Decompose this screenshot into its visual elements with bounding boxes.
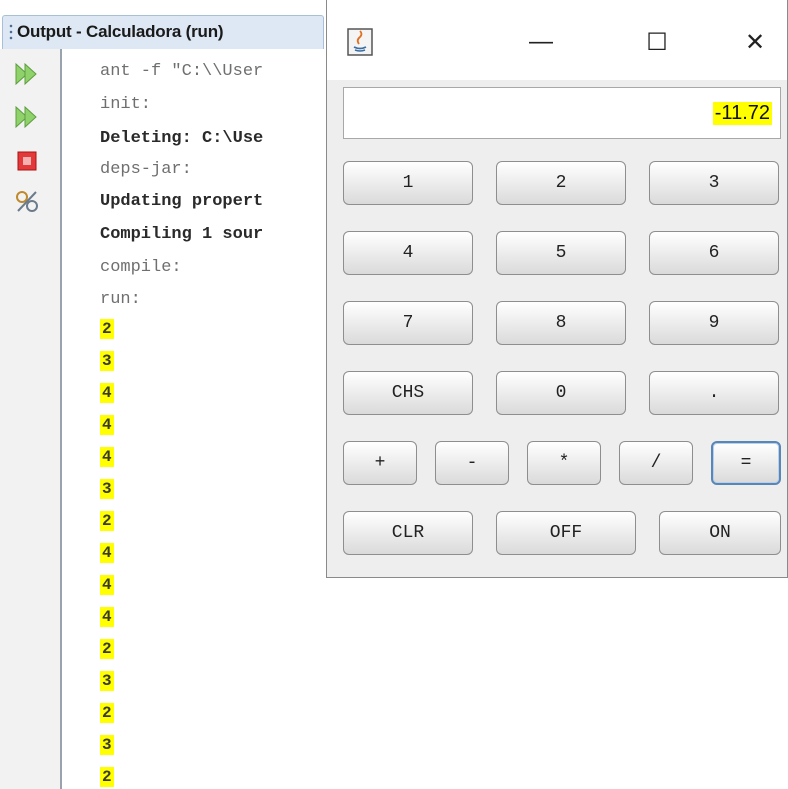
close-icon: ✕ [744,28,766,56]
divide-button[interactable]: / [619,441,693,485]
output-value: 3 [100,351,114,371]
display-value: -11.72 [712,102,772,125]
maximize-button[interactable]: ☐ [627,20,687,64]
key-8[interactable]: 8 [496,301,626,345]
window-titlebar[interactable]: — ☐ ✕ [327,0,787,80]
minus-button[interactable]: - [435,441,509,485]
output-value: 3 [100,479,114,499]
key-5[interactable]: 5 [496,231,626,275]
output-value: 3 [100,735,114,755]
tab-grip-icon [9,23,13,41]
output-toolbar [0,49,62,789]
calculator-display[interactable]: -11.72 [343,87,781,139]
multiply-button[interactable]: * [527,441,601,485]
output-tab[interactable]: Output - Calculadora (run) [2,15,324,49]
minimize-button[interactable]: — [511,20,571,64]
output-tab-title: Output - Calculadora (run) [17,22,224,41]
equals-button[interactable]: = [711,441,781,485]
console-line: Updating propert [100,192,264,211]
output-value: 4 [100,607,114,627]
plus-button[interactable]: + [343,441,417,485]
minimize-icon: — [529,28,553,55]
decimal-point-button[interactable]: . [649,371,779,415]
change-sign-button[interactable]: CHS [343,371,473,415]
output-value: 4 [100,543,114,563]
key-6[interactable]: 6 [649,231,779,275]
off-button[interactable]: OFF [496,511,636,555]
key-7[interactable]: 7 [343,301,473,345]
on-button[interactable]: ON [659,511,781,555]
output-value: 3 [100,671,114,691]
console-line: ant -f "C:\\User [100,62,264,81]
key-2[interactable]: 2 [496,161,626,205]
key-1[interactable]: 1 [343,161,473,205]
output-value: 2 [100,319,114,339]
rerun-with-params-icon[interactable] [12,104,42,130]
console-line: Compiling 1 sour [100,225,264,244]
key-0[interactable]: 0 [496,371,626,415]
rerun-icon[interactable] [12,61,42,87]
key-9[interactable]: 9 [649,301,779,345]
stop-icon[interactable] [12,149,42,175]
key-3[interactable]: 3 [649,161,779,205]
console-line: Deleting: C:\Use [100,129,264,148]
output-value: 4 [100,415,114,435]
output-value: 4 [100,447,114,467]
output-value: 2 [100,511,114,531]
output-value: 2 [100,703,114,723]
calculator-window: — ☐ ✕ -11.72 1 2 3 4 5 6 7 8 9 CHS 0 . +… [326,0,788,578]
output-value: 2 [100,639,114,659]
console-line: compile: [100,258,182,277]
maximize-icon: ☐ [646,28,668,56]
java-icon[interactable] [347,28,373,56]
close-button[interactable]: ✕ [725,20,785,64]
settings-icon[interactable] [12,189,42,215]
console-line: deps-jar: [100,160,192,179]
output-value: 2 [100,767,114,787]
output-value: 4 [100,383,114,403]
console-line: run: [100,290,141,309]
clear-button[interactable]: CLR [343,511,473,555]
key-4[interactable]: 4 [343,231,473,275]
console-line: init: [100,95,152,114]
output-value: 4 [100,575,114,595]
